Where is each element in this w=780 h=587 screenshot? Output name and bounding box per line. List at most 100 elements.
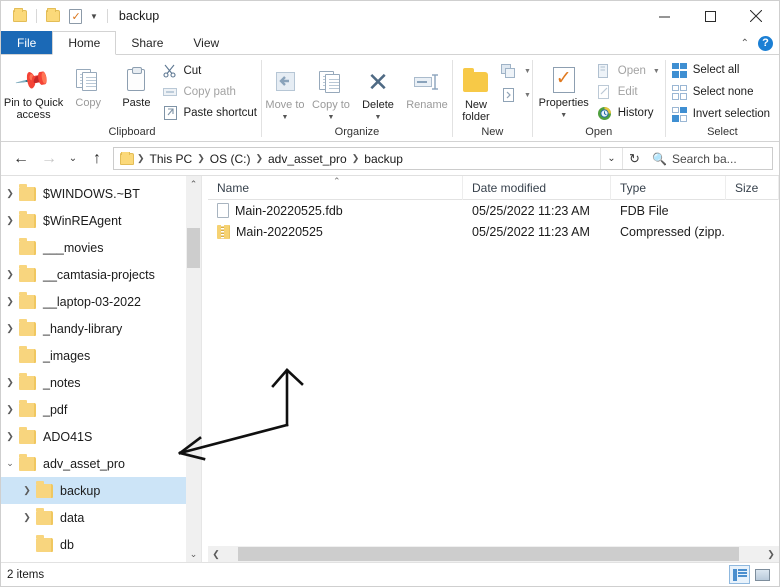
delete-button[interactable]: ✕ Delete ▼ <box>354 62 402 124</box>
rename-button[interactable]: Rename <box>402 62 452 111</box>
tab-home[interactable]: Home <box>52 31 117 55</box>
address-chevron-down-icon[interactable]: ⌄ <box>600 148 622 169</box>
chevron-down-icon[interactable]: ▼ <box>282 112 289 124</box>
chevron-down-icon-3[interactable]: ▼ <box>375 112 382 124</box>
recent-locations-chevron-down-icon[interactable]: ⌄ <box>63 145 83 173</box>
chevron-right-icon[interactable]: ❯ <box>763 549 779 560</box>
pin-to-quick-access-button[interactable]: 📌 Pin to Quick access <box>3 60 64 121</box>
move-to-button[interactable]: Move to ▼ <box>262 62 308 124</box>
table-row[interactable]: Main-20220525.fdb 05/25/2022 11:23 AM FD… <box>208 200 779 221</box>
cut-button[interactable]: Cut <box>160 62 261 80</box>
chevron-left-icon[interactable]: ❮ <box>208 549 224 560</box>
paste-shortcut-button[interactable]: Paste shortcut <box>160 104 261 122</box>
history-button[interactable]: History <box>595 104 664 122</box>
chevron-down-icon-6[interactable]: ▼ <box>560 110 567 122</box>
breadcrumb-item-os-c[interactable]: OS (C:) <box>206 152 255 166</box>
pane-splitter[interactable] <box>201 176 208 562</box>
scroll-track[interactable] <box>186 192 201 546</box>
chevron-right-icon[interactable]: ❯ <box>1 323 19 334</box>
sidebar-item-handy-library[interactable]: ❯ _handy-library <box>1 315 201 342</box>
details-view-icon[interactable] <box>729 565 750 584</box>
scroll-up-icon[interactable]: ⌃ <box>190 176 198 192</box>
maximize-icon[interactable] <box>687 1 733 31</box>
column-header-date-modified[interactable]: Date modified <box>463 175 611 200</box>
tab-share[interactable]: Share <box>116 31 178 54</box>
qat-folder-icon[interactable] <box>9 5 31 27</box>
qat-chevron-down-icon[interactable]: ▼ <box>86 12 102 21</box>
chevron-right-icon[interactable]: ❯ <box>1 188 19 199</box>
chevron-right-icon[interactable]: ❯ <box>1 404 19 415</box>
scroll-thumb[interactable] <box>187 228 200 268</box>
sidebar-item-adv-asset-pro[interactable]: ⌄ adv_asset_pro <box>1 450 201 477</box>
hscroll-thumb[interactable] <box>238 547 739 561</box>
sidebar-item-ado41s[interactable]: ❯ ADO41S <box>1 423 201 450</box>
title-bar: ✓ ▼ backup <box>1 1 779 31</box>
column-header-size[interactable]: Size <box>726 175 779 200</box>
back-arrow-icon[interactable]: ← <box>7 145 35 173</box>
sidebar-item-laptop-03-2022[interactable]: ❯ __laptop-03-2022 <box>1 288 201 315</box>
copy-button[interactable]: Copy <box>64 60 112 109</box>
paste-button[interactable]: Paste <box>112 60 160 109</box>
new-folder-button[interactable]: New folder <box>453 62 499 123</box>
chevron-down-icon-7[interactable]: ▼ <box>653 68 660 75</box>
breadcrumb-item-this-pc[interactable]: This PC <box>146 152 197 166</box>
qat-properties-icon[interactable]: ✓ <box>64 5 86 27</box>
large-icons-view-icon[interactable] <box>752 565 773 584</box>
forward-arrow-icon[interactable]: → <box>35 145 63 173</box>
table-row[interactable]: Main-20220525 05/25/2022 11:23 AM Compre… <box>208 221 779 242</box>
chevron-down-icon-4[interactable]: ▼ <box>524 68 531 75</box>
select-all-button[interactable]: Select all <box>670 61 774 79</box>
column-header-type[interactable]: Type <box>611 175 726 200</box>
sidebar-item-movies[interactable]: ___movies <box>1 234 201 261</box>
breadcrumb-sep-2: ❯ <box>255 153 263 163</box>
sidebar-item-restore[interactable]: restore <box>1 558 201 562</box>
select-none-button[interactable]: Select none <box>670 83 774 101</box>
sidebar-item-windows-bt[interactable]: ❯ $WINDOWS.~BT <box>1 180 201 207</box>
tab-file[interactable]: File <box>1 31 53 54</box>
scroll-down-icon[interactable]: ⌄ <box>190 546 198 562</box>
properties-button[interactable]: ✓ Properties ▼ <box>533 60 595 122</box>
chevron-right-icon[interactable]: ❯ <box>1 431 19 442</box>
minimize-icon[interactable] <box>641 1 687 31</box>
breadcrumb-item-adv-asset-pro[interactable]: adv_asset_pro <box>264 152 351 166</box>
edit-button[interactable]: Edit <box>595 83 664 101</box>
qat-folder-icon-2[interactable] <box>42 5 64 27</box>
sidebar-item-db[interactable]: db <box>1 531 201 558</box>
sidebar-item-images[interactable]: _images <box>1 342 201 369</box>
help-icon[interactable]: ? <box>758 35 773 51</box>
navigation-scrollbar[interactable]: ⌃ ⌄ <box>186 176 201 562</box>
tab-view[interactable]: View <box>178 31 234 54</box>
invert-selection-button[interactable]: Invert selection <box>670 105 774 123</box>
easy-access-button[interactable]: ▼ <box>499 86 531 104</box>
search-input[interactable]: 🔍 Search ba... <box>646 147 773 170</box>
hscroll-track[interactable] <box>224 546 763 562</box>
chevron-right-icon[interactable]: ❯ <box>1 215 19 226</box>
horizontal-scrollbar[interactable]: ❮ ❯ <box>208 546 779 562</box>
chevron-right-icon[interactable]: ❯ <box>1 269 19 280</box>
sidebar-item-pdf[interactable]: ❯ _pdf <box>1 396 201 423</box>
sidebar-item-notes[interactable]: ❯ _notes <box>1 369 201 396</box>
chevron-down-icon-2[interactable]: ▼ <box>328 112 335 124</box>
breadcrumb-item-backup[interactable]: backup <box>360 152 407 166</box>
up-arrow-icon[interactable]: ↑ <box>83 145 111 173</box>
address-path-box[interactable]: ❯ This PC ❯ OS (C:) ❯ adv_asset_pro ❯ ba… <box>113 147 647 170</box>
close-icon[interactable] <box>733 1 779 31</box>
chevron-right-icon[interactable]: ❯ <box>18 512 36 523</box>
copy-path-button[interactable]: Copy path <box>160 83 261 101</box>
chevron-down-icon-5[interactable]: ▼ <box>524 92 531 99</box>
copy-to-button[interactable]: Copy to ▼ <box>308 62 354 124</box>
edit-label: Edit <box>617 86 638 98</box>
sidebar-item-camtasia-projects[interactable]: ❯ __camtasia-projects <box>1 261 201 288</box>
chevron-down-icon[interactable]: ⌄ <box>1 458 19 469</box>
column-header-name[interactable]: Name ⌃ <box>208 175 463 200</box>
sidebar-item-backup[interactable]: ❯ backup <box>1 477 201 504</box>
chevron-right-icon[interactable]: ❯ <box>1 377 19 388</box>
new-item-button[interactable]: ▼ <box>499 62 531 80</box>
chevron-right-icon[interactable]: ❯ <box>18 485 36 496</box>
sidebar-item-data[interactable]: ❯ data <box>1 504 201 531</box>
sidebar-item-winreagent[interactable]: ❯ $WinREAgent <box>1 207 201 234</box>
chevron-up-icon[interactable]: ⌃ <box>741 38 749 49</box>
chevron-right-icon[interactable]: ❯ <box>1 296 19 307</box>
refresh-icon[interactable]: ↻ <box>622 148 646 169</box>
open-button[interactable]: Open ▼ <box>595 62 664 80</box>
